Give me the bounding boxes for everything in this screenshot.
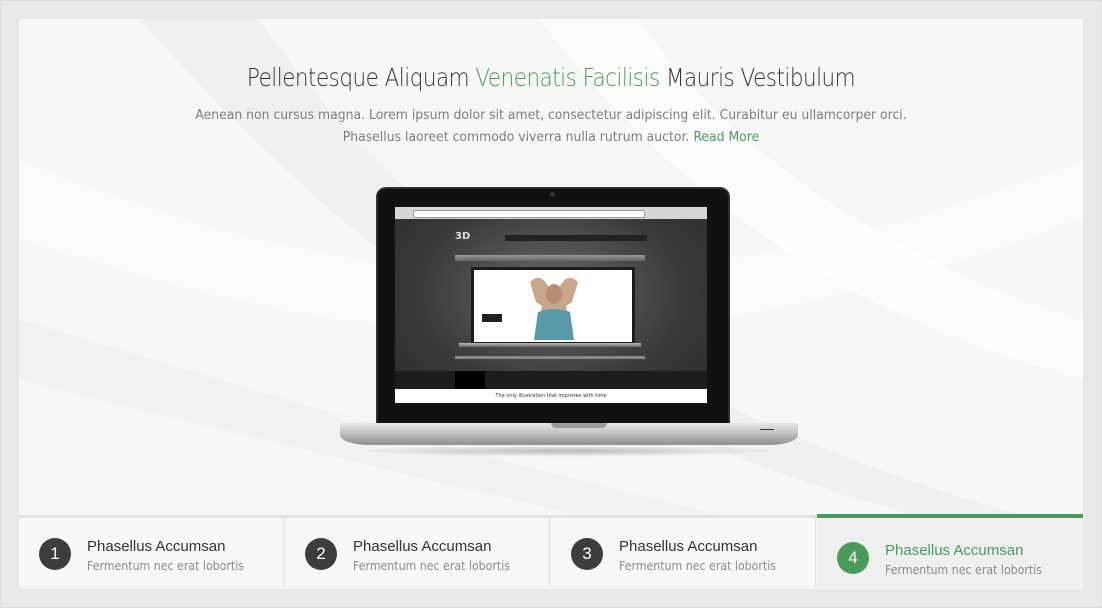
tab-number-badge: 1 <box>39 538 71 570</box>
person-image <box>530 277 578 340</box>
site-logo: 3D <box>455 231 471 242</box>
tab-title: Phasellus Accumsan <box>353 538 492 555</box>
hero-title-part1: Pellentesque Aliquam <box>246 63 470 92</box>
site-menu <box>505 235 647 241</box>
tab-subtitle: Fermentum nec erat lobortis <box>619 558 777 573</box>
site-icon-bar <box>395 371 707 389</box>
hero-title-part2: Mauris Vestibulum <box>665 63 856 92</box>
tab-4[interactable]: 4 Phasellus Accumsan Fermentum nec erat … <box>817 514 1083 586</box>
hero-description-text: Aenean non cursus magna. Lorem ipsum dol… <box>195 107 907 145</box>
tab-number-badge: 2 <box>305 538 337 570</box>
url-bar <box>413 210 645 218</box>
laptop-shadow <box>352 445 782 457</box>
tab-title: Phasellus Accumsan <box>619 538 758 555</box>
tab-subtitle: Fermentum nec erat lobortis <box>353 558 511 573</box>
site-dots <box>455 356 645 359</box>
site-tv-tag <box>482 314 502 322</box>
laptop-lid: 3D The only illustration that improves w… <box>376 187 730 427</box>
laptop-led <box>760 429 774 430</box>
site-preview: 3D The only illustration that improves w… <box>395 219 707 403</box>
read-more-link[interactable]: Read More <box>693 129 759 145</box>
tab-number-badge: 4 <box>837 542 869 574</box>
tab-2[interactable]: 2 Phasellus Accumsan Fermentum nec erat … <box>285 518 550 586</box>
hero-title: Pellentesque Aliquam Venenatis Facilisis… <box>93 63 1008 92</box>
laptop-notch <box>551 423 607 428</box>
tab-number-badge: 3 <box>571 538 603 570</box>
hero-title-accent: Venenatis Facilisis <box>475 63 660 92</box>
tab-1[interactable]: 1 Phasellus Accumsan Fermentum nec erat … <box>19 518 284 586</box>
site-tv-frame <box>471 267 635 345</box>
tab-title: Phasellus Accumsan <box>885 542 1024 559</box>
tab-title: Phasellus Accumsan <box>87 538 226 555</box>
hero-slide: Pellentesque Aliquam Venenatis Facilisis… <box>19 19 1083 515</box>
laptop-base <box>340 423 798 445</box>
tab-3[interactable]: 3 Phasellus Accumsan Fermentum nec erat … <box>551 518 816 586</box>
site-footer: The only illustration that improves with… <box>395 389 707 403</box>
site-tv-base <box>459 343 641 347</box>
tab-subtitle: Fermentum nec erat lobortis <box>87 558 245 573</box>
slide-tabs: 1 Phasellus Accumsan Fermentum nec erat … <box>19 514 1083 589</box>
camera-dot <box>550 192 555 197</box>
laptop-image: 3D The only illustration that improves w… <box>322 187 798 477</box>
site-shelf <box>455 255 645 261</box>
site-icon-active <box>455 371 485 389</box>
tab-subtitle: Fermentum nec erat lobortis <box>885 562 1043 577</box>
hero-description: Aenean non cursus magna. Lorem ipsum dol… <box>172 104 930 148</box>
laptop-screen: 3D The only illustration that improves w… <box>395 207 707 403</box>
